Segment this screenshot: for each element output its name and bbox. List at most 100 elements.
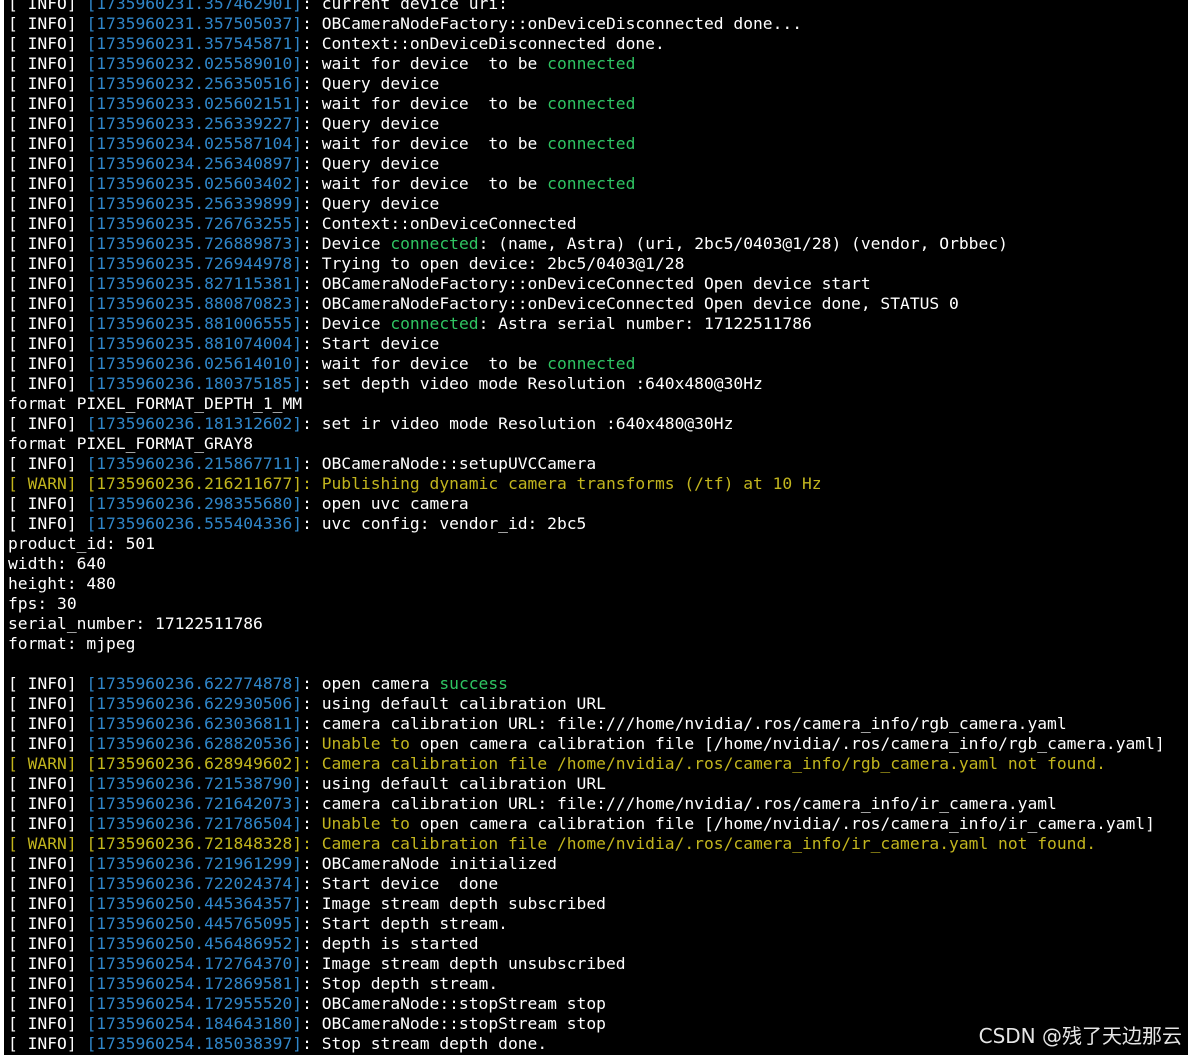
log-level: [ INFO] bbox=[8, 134, 77, 153]
log-message: using default calibration URL bbox=[321, 774, 606, 793]
log-space bbox=[77, 694, 87, 713]
log-message: Start device done bbox=[321, 874, 499, 893]
log-timestamp: [1735960236.628820536] bbox=[86, 734, 303, 753]
log-line: width: 640 bbox=[8, 554, 1188, 574]
log-line: [ INFO] [1735960254.172869581]: Stop dep… bbox=[8, 974, 1188, 994]
log-timestamp: [1735960254.172955520] bbox=[86, 994, 303, 1013]
log-colon: : bbox=[302, 214, 322, 233]
log-level: [ INFO] bbox=[8, 154, 77, 173]
log-line: [ INFO] [1735960254.172955520]: OBCamera… bbox=[8, 994, 1188, 1014]
log-line: [ INFO] [1735960235.827115381]: OBCamera… bbox=[8, 274, 1188, 294]
log-level: [ INFO] bbox=[8, 334, 77, 353]
log-level: [ INFO] bbox=[8, 994, 77, 1013]
log-colon: : bbox=[302, 294, 322, 313]
log-line: [ WARN] [1735960236.721848328]: Camera c… bbox=[8, 834, 1188, 854]
log-timestamp: [1735960235.726944978] bbox=[86, 254, 303, 273]
log-space bbox=[77, 794, 87, 813]
log-message: Query device bbox=[321, 194, 440, 213]
log-message: set ir video mode Resolution :640x480@30… bbox=[321, 414, 734, 433]
log-colon: : bbox=[302, 674, 322, 693]
log-line: [ INFO] [1735960250.445364357]: Image st… bbox=[8, 894, 1188, 914]
log-line: [ INFO] [1735960250.456486952]: depth is… bbox=[8, 934, 1188, 954]
log-message: wait for device to be bbox=[321, 354, 548, 373]
log-colon: : bbox=[302, 174, 322, 193]
log-line: [ INFO] [1735960236.622930506]: using de… bbox=[8, 694, 1188, 714]
log-space bbox=[77, 374, 87, 393]
log-level: [ INFO] bbox=[8, 954, 77, 973]
log-line: [ INFO] [1735960235.881074004]: Start de… bbox=[8, 334, 1188, 354]
log-colon: : bbox=[302, 994, 322, 1013]
log-highlight: connected bbox=[390, 314, 479, 333]
log-message: Trying to open device: 2bc5/0403@1/28 bbox=[321, 254, 685, 273]
log-timestamp: [1735960236.622930506] bbox=[86, 694, 303, 713]
log-level: [ INFO] bbox=[8, 234, 77, 253]
log-level: [ INFO] bbox=[8, 854, 77, 873]
log-level: [ INFO] bbox=[8, 714, 77, 733]
log-timestamp: [1735960236.298355680] bbox=[86, 494, 303, 513]
log-space bbox=[77, 814, 87, 833]
log-line: [ INFO] [1735960232.025589010]: wait for… bbox=[8, 54, 1188, 74]
log-line: [ INFO] [1735960236.623036811]: camera c… bbox=[8, 714, 1188, 734]
log-line: [ INFO] [1735960234.025587104]: wait for… bbox=[8, 134, 1188, 154]
log-colon: : bbox=[302, 794, 322, 813]
log-colon: : bbox=[302, 754, 322, 773]
log-space bbox=[77, 834, 87, 853]
log-message: Start device bbox=[321, 334, 440, 353]
log-level: [ INFO] bbox=[8, 934, 77, 953]
log-timestamp: [1735960254.184643180] bbox=[86, 1014, 303, 1033]
log-timestamp: [1735960250.445765095] bbox=[86, 914, 303, 933]
log-level: [ INFO] bbox=[8, 674, 77, 693]
log-space bbox=[77, 0, 87, 13]
log-colon: : bbox=[302, 494, 322, 513]
log-space bbox=[77, 414, 87, 433]
log-line: [ INFO] [1735960236.180375185]: set dept… bbox=[8, 374, 1188, 394]
log-space bbox=[77, 734, 87, 753]
log-colon: : bbox=[302, 914, 322, 933]
log-timestamp: [1735960236.622774878] bbox=[86, 674, 303, 693]
log-message: : Astra serial number: 17122511786 bbox=[478, 314, 812, 333]
log-message: Stop depth stream. bbox=[321, 974, 499, 993]
log-message: : (name, Astra) (uri, 2bc5/0403@1/28) (v… bbox=[478, 234, 1008, 253]
log-message: set depth video mode Resolution :640x480… bbox=[321, 374, 763, 393]
log-timestamp: [1735960236.180375185] bbox=[86, 374, 303, 393]
log-space bbox=[77, 94, 87, 113]
log-space bbox=[77, 134, 87, 153]
log-message: OBCameraNodeFactory::onDeviceConnected O… bbox=[321, 274, 871, 293]
log-message: camera calibration URL: file:///home/nvi… bbox=[321, 714, 1067, 733]
log-timestamp: [1735960235.256339899] bbox=[86, 194, 303, 213]
log-level: [ INFO] bbox=[8, 254, 77, 273]
log-colon: : bbox=[302, 714, 322, 733]
log-level: [ INFO] bbox=[8, 514, 77, 533]
log-timestamp: [1735960254.185038397] bbox=[86, 1034, 303, 1053]
log-space bbox=[77, 934, 87, 953]
log-level: [ INFO] bbox=[8, 694, 77, 713]
log-colon: : bbox=[302, 514, 322, 533]
log-timestamp: [1735960236.721848328] bbox=[86, 834, 303, 853]
log-line: [ WARN] [1735960236.216211677]: Publishi… bbox=[8, 474, 1188, 494]
log-level: [ INFO] bbox=[8, 814, 77, 833]
log-line: [ INFO] [1735960234.256340897]: Query de… bbox=[8, 154, 1188, 174]
log-timestamp: [1735960235.881006555] bbox=[86, 314, 303, 333]
log-space bbox=[77, 994, 87, 1013]
log-timestamp: [1735960236.722024374] bbox=[86, 874, 303, 893]
log-space bbox=[77, 674, 87, 693]
log-timestamp: [1735960235.025603402] bbox=[86, 174, 303, 193]
log-highlight: connected bbox=[547, 54, 636, 73]
log-line: [ INFO] [1735960235.881006555]: Device c… bbox=[8, 314, 1188, 334]
log-level: [ INFO] bbox=[8, 214, 77, 233]
log-message: Query device bbox=[321, 114, 440, 133]
log-line: [ INFO] [1735960236.722024374]: Start de… bbox=[8, 874, 1188, 894]
log-timestamp: [1735960235.881074004] bbox=[86, 334, 303, 353]
log-space bbox=[77, 174, 87, 193]
log-space bbox=[77, 914, 87, 933]
log-message: open camera bbox=[321, 674, 440, 693]
log-line: format PIXEL_FORMAT_DEPTH_1_MM bbox=[8, 394, 1188, 414]
log-plain-text: format PIXEL_FORMAT_DEPTH_1_MM bbox=[8, 394, 303, 413]
terminal-window[interactable]: [ INFO] [1735960231.357462901]: current … bbox=[4, 0, 1188, 1055]
log-timestamp: [1735960231.357545871] bbox=[86, 34, 303, 53]
log-highlight: connected bbox=[547, 94, 636, 113]
log-line: [ INFO] [1735960236.025614010]: wait for… bbox=[8, 354, 1188, 374]
log-timestamp: [1735960236.215867711] bbox=[86, 454, 303, 473]
log-line: [ INFO] [1735960236.721538790]: using de… bbox=[8, 774, 1188, 794]
log-plain-text: format: mjpeg bbox=[8, 634, 136, 653]
